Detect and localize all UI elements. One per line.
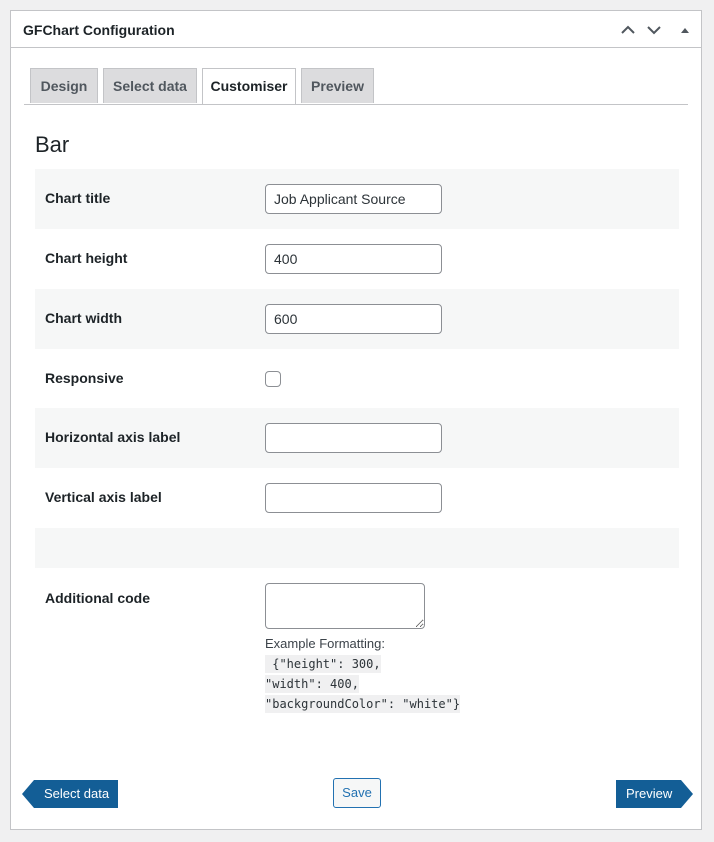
tab-select-data[interactable]: Select data (103, 68, 197, 103)
additional-code-textarea[interactable] (265, 583, 425, 629)
select-data-back-button[interactable]: Select data (22, 780, 118, 808)
chart-type-heading: Bar (35, 132, 70, 157)
panel-header: GFChart Configuration (11, 11, 701, 48)
chevron-up-icon (621, 25, 635, 34)
responsive-checkbox[interactable] (265, 371, 281, 387)
chart-height-row: Chart height (35, 229, 679, 289)
chart-height-input[interactable] (265, 244, 442, 274)
empty-row (35, 528, 679, 568)
horizontal-axis-label-input[interactable] (265, 423, 442, 453)
example-code-line: "width": 400, (265, 675, 359, 693)
save-button[interactable]: Save (333, 778, 381, 808)
example-code-line: "backgroundColor": "white"} (265, 695, 461, 713)
horizontal-axis-label-label: Horizontal axis label (45, 429, 181, 445)
example-code-block: {"height": 300, "width": 400, "backgroun… (265, 654, 461, 714)
tab-preview[interactable]: Preview (301, 68, 374, 103)
responsive-row: Responsive (35, 349, 679, 409)
horizontal-axis-label-row: Horizontal axis label (35, 408, 679, 468)
chart-height-label: Chart height (45, 250, 128, 266)
tab-customiser[interactable]: Customiser (202, 68, 296, 104)
chart-title-row: Chart title (35, 169, 679, 229)
panel-title: GFChart Configuration (23, 22, 175, 38)
tab-design[interactable]: Design (30, 68, 98, 103)
gfchart-configuration-panel: GFChart Configuration Design Select data… (10, 10, 702, 830)
move-up-button[interactable] (619, 21, 637, 39)
additional-code-row: Additional code Example Formatting: {"he… (35, 569, 679, 719)
move-down-button[interactable] (645, 21, 663, 39)
chart-width-label: Chart width (45, 310, 122, 326)
example-code-line: {"height": 300, (265, 655, 381, 673)
preview-next-button[interactable]: Preview (616, 780, 693, 808)
chart-title-input[interactable] (265, 184, 442, 214)
responsive-label: Responsive (45, 370, 124, 386)
vertical-axis-label-label: Vertical axis label (45, 489, 162, 505)
vertical-axis-label-input[interactable] (265, 483, 442, 513)
chart-width-row: Chart width (35, 289, 679, 349)
chevron-down-icon (647, 26, 661, 35)
example-formatting-label: Example Formatting: (265, 636, 385, 651)
triangle-up-icon (681, 28, 689, 33)
vertical-axis-label-row: Vertical axis label (35, 468, 679, 528)
tab-bar: Design Select data Customiser Preview (24, 68, 688, 105)
additional-code-label: Additional code (45, 590, 150, 606)
toggle-panel-button[interactable] (676, 21, 694, 39)
chart-title-label: Chart title (45, 190, 111, 206)
chart-width-input[interactable] (265, 304, 442, 334)
